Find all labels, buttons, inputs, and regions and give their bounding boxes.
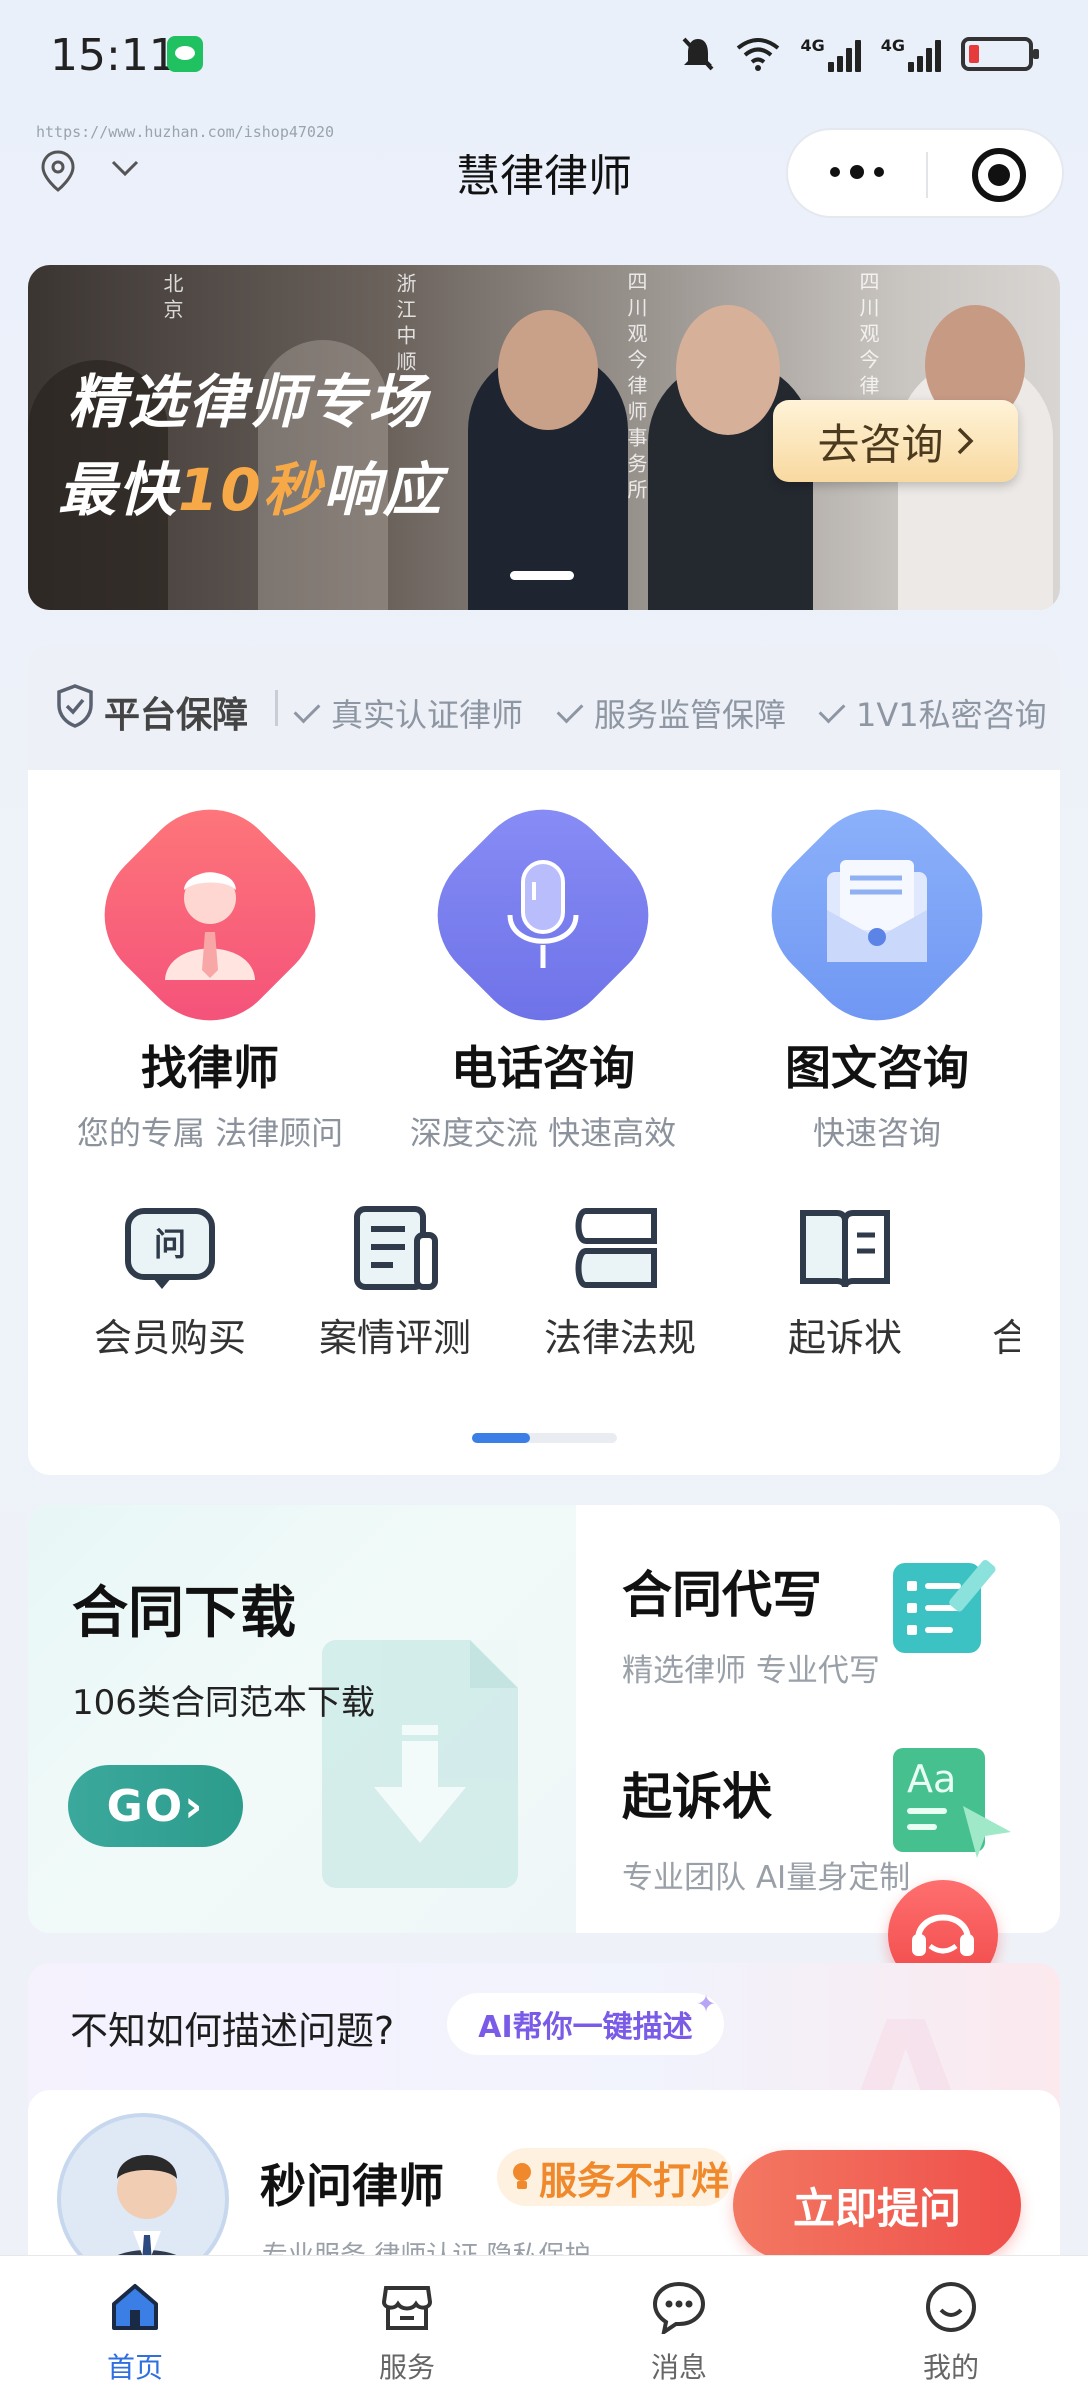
signal-icon: 4G [800,36,861,72]
check-icon [556,696,584,724]
guarantee-divider [275,690,278,726]
chevron-right-icon [957,427,973,455]
check-icon [293,696,321,724]
lawyer-icon [75,780,345,1050]
find-lawyer-entry[interactable]: 找律师 您的专属 法律顾问 [60,780,360,1154]
tab-messages[interactable]: 消息 [604,2280,754,2386]
service-name: 电话咨询 [451,1041,635,1095]
contract-tool-partial[interactable]: 合 [920,1205,1020,1362]
envelope-icon [742,780,1012,1050]
tool-label: 起诉状 [787,1316,902,1360]
home-icon [108,2280,162,2334]
case-evaluation-tool[interactable]: 案情评测 [305,1205,485,1362]
service-name: 找律师 [141,1041,279,1095]
ai-describe-button[interactable]: AI帮你一键描述 [447,1993,724,2055]
service-subtitle: 快速咨询 [812,1114,941,1152]
network-type-label-2: 4G [880,36,905,55]
promo-banner[interactable]: 北京 浙江中顺 四川观今律师事务所 四川观今律 精选律师专场 最快10秒响应 去… [28,265,1060,610]
url-watermark: https://www.huzhan.com/ishop47020 [36,123,335,141]
guarantee-item-label: 1V1私密咨询 [856,696,1047,734]
tool-label: 会员购买 [93,1316,246,1360]
tool-label: 法律法规 [543,1316,696,1360]
instant-lawyer-title: 秒问律师 [260,2159,444,2213]
network-type-label: 4G [800,36,825,55]
ai-question-prompt: 不知如何描述问题? [70,2009,395,2053]
text-document-label: Aa [907,1757,956,1801]
shield-check-icon [57,684,93,728]
complaint-subtitle: 专业团队 AI量身定制 [622,1860,911,1896]
tab-label: 首页 [106,2351,163,2384]
guarantee-item: 服务监管保障 [556,690,787,736]
tab-home[interactable]: 首页 [60,2280,210,2386]
wifi-icon [737,38,780,71]
complaint-tool[interactable]: 起诉状 [755,1205,935,1362]
open-book-icon [797,1205,893,1291]
guarantee-item: 真实认证律师 [293,690,524,736]
banner-line2-highlight: 10秒 [178,456,323,524]
tool-label: 合 [992,1316,1020,1360]
text-consult-entry[interactable]: 图文咨询 快速咨询 [727,780,1027,1154]
contract-download-title: 合同下载 [72,1581,296,1646]
books-icon [572,1205,668,1291]
lightbulb-icon [513,2163,531,2189]
contract-download-subtitle: 106类合同范本下载 [72,1683,375,1723]
guarantee-title: 平台保障 [104,695,249,736]
banner-line2-suffix: 响应 [322,456,443,524]
signal-icon-2: 4G [881,36,941,72]
always-open-badge-label: 服务不打烊 [539,2158,730,2203]
banner-bg-text-1: 北京 [160,273,184,325]
guarantee-item: 1V1私密咨询 [818,690,1047,736]
check-icon [818,696,846,724]
tool-label: 案情评测 [318,1316,471,1360]
status-icons: 4G 4G [680,32,1039,76]
status-time: 15:11 [50,30,177,81]
membership-tool[interactable]: 问 会员购买 [80,1205,260,1362]
banner-subheadline: 最快10秒响应 [58,443,443,527]
consult-button[interactable]: 去咨询 [773,400,1018,482]
consult-button-label: 去咨询 [817,419,944,469]
service-subtitle: 深度交流 快速高效 [409,1114,677,1152]
checklist-pen-icon [893,1560,996,1653]
chat-icon [652,2280,706,2337]
battery-icon [961,37,1039,71]
download-arrow-icon [374,1725,466,1843]
guarantee-item-label: 服务监管保障 [594,696,787,734]
tab-label: 我的 [922,2351,979,2384]
tab-mine[interactable]: 我的 [876,2280,1026,2386]
banner-bg-text-3: 四川观今律师事务所 [624,271,648,505]
mute-bell-icon [683,37,714,71]
ask-now-button[interactable]: 立即提问 [733,2150,1021,2260]
document-icon [347,1205,443,1291]
always-open-badge: 服务不打烊 [497,2148,732,2206]
phone-consult-entry[interactable]: 电话咨询 深度交流 快速高效 [393,780,693,1154]
text-document-icon: Aa [893,1748,1011,1858]
go-button[interactable]: GO› [68,1765,243,1847]
question-badge-text: 问 [154,1225,186,1263]
banner-bg-text-4: 四川观今律 [856,271,880,401]
contract-drafting-title[interactable]: 合同代写 [622,1555,822,1627]
store-icon [380,2280,434,2334]
guarantee-item-label: 真实认证律师 [331,696,524,734]
wechat-icon [167,36,203,72]
microphone-icon [408,780,678,1050]
complaint-title[interactable]: 起诉状 [622,1757,772,1829]
service-name: 图文咨询 [785,1041,969,1095]
banner-line2-prefix: 最快 [58,456,179,524]
more-menu-icon[interactable] [830,165,884,179]
laws-regulations-tool[interactable]: 法律法规 [530,1205,710,1362]
contract-drafting-subtitle: 精选律师 专业代写 [622,1653,880,1689]
tab-label: 服务 [378,2351,435,2384]
miniprogram-capsule [786,128,1064,218]
tools-pager-thumb [472,1433,530,1443]
tab-label: 消息 [650,2351,707,2384]
smile-icon [924,2280,978,2334]
tab-services[interactable]: 服务 [332,2280,482,2386]
sparkle-icon: ✦ [696,1990,717,2018]
banner-headline: 精选律师专场 [68,368,429,436]
banner-pager-indicator [510,571,574,580]
question-badge-icon: 问 [122,1205,218,1291]
close-miniprogram-icon[interactable] [972,148,1026,202]
service-subtitle: 您的专属 法律顾问 [76,1114,344,1152]
